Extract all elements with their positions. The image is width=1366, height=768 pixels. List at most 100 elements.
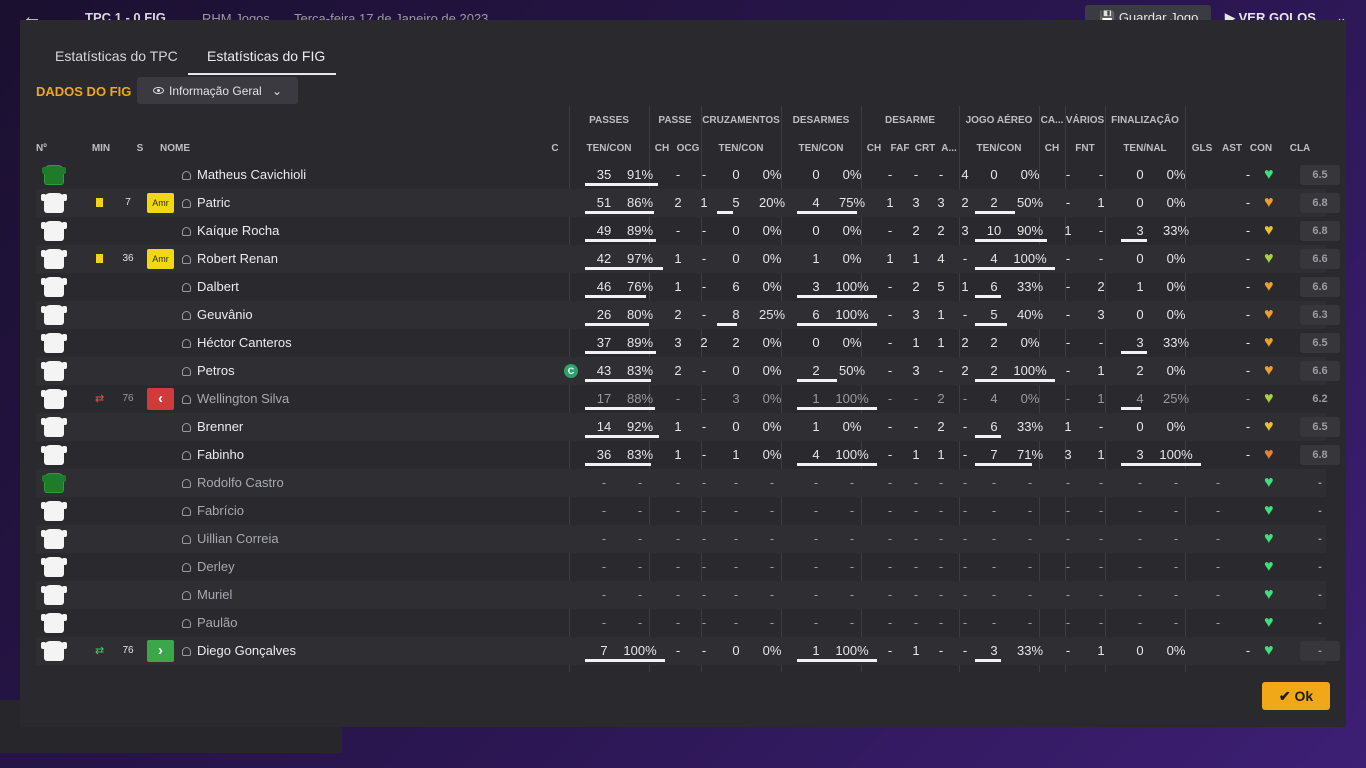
column-header-passes[interactable]: TEN/CON — [569, 143, 649, 154]
player-name[interactable]: Héctor Canteros — [182, 329, 482, 357]
fouls-against: 1 — [1097, 643, 1105, 658]
player-name[interactable]: Diego Gonçalves — [182, 637, 482, 665]
player-name[interactable]: Wellington Silva — [182, 385, 482, 413]
column-header-cruz[interactable]: TEN/CON — [701, 143, 781, 154]
crosses-percent: 0% — [762, 363, 782, 378]
assists: - — [1245, 223, 1251, 238]
tab-tpc-stats[interactable]: Estatísticas do TPC — [55, 48, 178, 64]
player-row[interactable]: 7 Amr Patric 51 86% 2 1 5 20% 4 75% 1 3 3 2 2 50% -1 0 0% - ♥… — [36, 189, 1340, 217]
player-name[interactable]: Dalbert — [182, 273, 482, 301]
player-name[interactable]: Rodolfo Castro — [182, 469, 482, 497]
player-row[interactable]: Fabrício - - - - - - - - - - - - - - - - - - - ♥ - — [36, 497, 1326, 525]
player-name[interactable]: Robert Renan — [182, 245, 482, 273]
condition-heart-icon: ♥ — [1264, 586, 1274, 603]
column-header-passe_ch[interactable]: CH — [653, 143, 671, 154]
tackles-key: 1 — [886, 195, 894, 210]
cards: 1 — [937, 335, 945, 350]
player-row[interactable]: Dalbert 46 76% 1-6 0% 3 100% -2 5 1 6 33% -2 1 0% - ♥ 6.6 — [36, 273, 1340, 301]
interceptions: - — [962, 643, 968, 658]
player-name[interactable]: Fabinho — [182, 441, 482, 469]
column-header-aereo[interactable]: TEN/CON — [959, 143, 1039, 154]
column-header-c[interactable]: C — [549, 143, 561, 154]
headers-percent: 0% — [1020, 391, 1040, 406]
player-row[interactable]: Héctor Canteros 37 89% 3 2 2 0% 0 0% -1 1 2 2 0% - -3 33… — [36, 329, 1340, 357]
player-row[interactable]: ⇄ 76 ‹ Wellington Silva 17 88% - -3 0% 1 100% - -2-4… — [36, 385, 1328, 413]
crosses-percent: 0% — [762, 223, 782, 238]
player-row[interactable]: Kaíque Rocha 49 89% - -0 0% 0 0% -2 2 3 10 90% 1-3 33%… — [36, 217, 1340, 245]
player-row[interactable]: Matheus Cavichioli 35 91% - -0 0% 0 0% - - -4 0 0% - -… — [36, 161, 1340, 189]
player-name[interactable]: Petros — [182, 357, 482, 385]
cards: 3 — [937, 195, 945, 210]
player-row[interactable]: ⇄ 76 › Diego Gonçalves 7 100% - -0 0% 1 100% -1- -3 3… — [36, 637, 1340, 665]
shots-attempts: - — [1137, 503, 1143, 518]
player-name[interactable]: Brenner — [182, 413, 482, 441]
column-header-gls[interactable]: GLS — [1190, 143, 1214, 154]
headers-percent: 0% — [1020, 335, 1040, 350]
column-header-varios_fnt[interactable]: FNT — [1069, 143, 1101, 154]
column-header-ca_ch[interactable]: CH — [1041, 143, 1063, 154]
ok-label: Ok — [1294, 688, 1314, 704]
column-header-cla[interactable]: CLA — [1284, 143, 1316, 154]
condition-heart-icon: ♥ — [1264, 418, 1274, 435]
player-row[interactable]: Derley - - - - - - - - - - - - - - - - - - - ♥ - — [36, 553, 1326, 581]
column-header-num[interactable]: Nº — [36, 143, 56, 154]
player-row[interactable]: Muriel - - - - - - - - - - - - - - - - - - - ♥ - — [36, 581, 1326, 609]
chances-created: - — [701, 279, 707, 294]
player-row[interactable]: 36 Amr Robert Renan 42 97% 1-0 0% 1 0% 1 1 4-4 100% -… — [36, 245, 1340, 273]
column-header-des_a[interactable]: A... — [939, 143, 959, 154]
group-header: JOGO AÉREO — [965, 115, 1033, 126]
shirt-icon — [41, 557, 67, 577]
tab-fig-stats[interactable]: Estatísticas do FIG — [207, 48, 325, 64]
goals: - — [1215, 559, 1221, 574]
player-name[interactable]: Kaíque Rocha — [182, 217, 482, 245]
column-header-des_crt[interactable]: CRT — [914, 143, 936, 154]
column-header-desarmes[interactable]: TEN/CON — [781, 143, 861, 154]
chances-created: 2 — [700, 335, 708, 350]
tackles-attempts: 0 — [812, 223, 820, 238]
player-name[interactable]: Derley — [182, 553, 482, 581]
chances-created: - — [701, 587, 707, 602]
tackles-percent: 50% — [838, 363, 866, 378]
player-row[interactable]: Brenner 14 92% 1-0 0% 1 0% - -2-6 33% 1-0 0% - ♥ 6.5 — [36, 413, 1340, 441]
column-header-con[interactable]: CON — [1248, 143, 1274, 154]
column-header-des_ch[interactable]: CH — [865, 143, 883, 154]
status-badge: Amr — [147, 193, 174, 213]
sub-in-icon: ⇄ — [95, 645, 105, 657]
column-header-passe_ocg[interactable]: OCG — [676, 143, 700, 154]
assists: - — [1245, 335, 1251, 350]
sub-out-icon: ⇄ — [95, 393, 105, 405]
stats-modal: Estatísticas do TPC Estatísticas do FIG … — [20, 20, 1346, 727]
player-row[interactable]: Fabinho 36 83% 1-1 0% 4 100% -1 1-7 71% 3 1 3 100% - ♥ 6… — [36, 441, 1340, 469]
headers-bar — [975, 323, 1007, 326]
player-name[interactable]: Paulão — [182, 609, 482, 637]
player-row[interactable]: Uillian Correia - - - - - - - - - - - - - - - - - - - ♥ - — [36, 525, 1326, 553]
column-header-min[interactable]: MIN — [86, 143, 116, 154]
player-name-text: Muriel — [197, 587, 233, 602]
column-header-ast[interactable]: AST — [1220, 143, 1244, 154]
player-name[interactable]: Fabrício — [182, 497, 482, 525]
player-name[interactable]: Uillian Correia — [182, 525, 482, 553]
condition-heart-icon: ♥ — [1264, 306, 1274, 323]
column-header-s[interactable]: S — [132, 143, 148, 154]
column-header-des_faf[interactable]: FAF — [889, 143, 911, 154]
player-row[interactable]: Petros C 43 83% 2-0 0% 2 50% -3-2 2 100% -1 2 0% - ♥ 6.6 — [36, 357, 1340, 385]
match-rating: 6.8 — [1300, 445, 1340, 465]
player-name[interactable]: Muriel — [182, 581, 482, 609]
player-row[interactable]: Rodolfo Castro - - - - - - - - - - - - - - - - - - - ♥ - — [36, 469, 1326, 497]
ok-button[interactable]: ✔ Ok — [1262, 682, 1330, 710]
player-name[interactable]: Matheus Cavichioli — [182, 161, 482, 189]
assists: - — [1245, 167, 1251, 182]
passes-key: - — [675, 223, 681, 238]
assists: - — [1245, 391, 1251, 406]
shots-bar — [1121, 463, 1201, 466]
player-name[interactable]: Patric — [182, 189, 482, 217]
player-row[interactable]: Paulão - - - - - - - - - - - - - - - - - - - ♥ - — [36, 609, 1326, 637]
column-header-final[interactable]: TEN/NAL — [1105, 143, 1185, 154]
passes-percent: - — [637, 559, 643, 574]
column-header-nome[interactable]: NOME — [160, 143, 220, 154]
player-name[interactable]: Geuvânio — [182, 301, 482, 329]
minute — [116, 413, 140, 441]
condition-heart-icon: ♥ — [1264, 558, 1274, 575]
player-row[interactable]: Geuvânio 26 80% 2-8 25% 6 100% -3 1-5 40% -3 0 0% - ♥ 6… — [36, 301, 1340, 329]
view-dropdown[interactable]: Informação Geral ⌄ — [137, 77, 298, 104]
